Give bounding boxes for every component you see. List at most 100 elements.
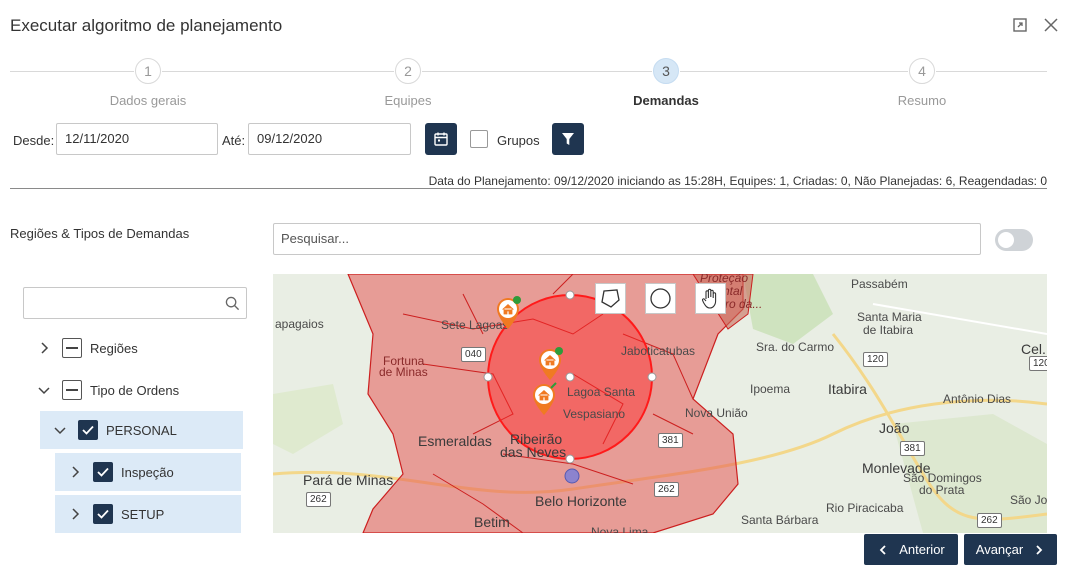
close-button[interactable] bbox=[1042, 16, 1060, 34]
map-label: Passabém bbox=[851, 277, 908, 291]
step-label: Dados gerais bbox=[109, 93, 187, 108]
step-number: 1 bbox=[135, 58, 161, 84]
tree-item-tipo-de-ordens[interactable]: Tipo de Ordens bbox=[36, 371, 243, 409]
tree-checkbox[interactable] bbox=[62, 338, 82, 358]
home-marker-icon bbox=[533, 382, 557, 415]
from-date-input[interactable]: 12/11/2020 bbox=[56, 123, 218, 155]
step-number: 3 bbox=[653, 58, 679, 84]
map-label: João bbox=[879, 420, 910, 436]
map-label: Betim bbox=[474, 514, 510, 530]
next-button-label: Avançar bbox=[975, 542, 1024, 557]
circle-icon bbox=[650, 288, 671, 309]
location-pin[interactable] bbox=[564, 468, 580, 484]
circle-handle[interactable] bbox=[483, 372, 493, 382]
demand-marker[interactable] bbox=[531, 382, 557, 416]
tree-item-label: Tipo de Ordens bbox=[90, 382, 180, 398]
back-button[interactable]: Anterior bbox=[864, 534, 958, 565]
map-label: Nova Lima bbox=[591, 525, 649, 533]
groups-label: Grupos bbox=[497, 133, 540, 148]
road-badge: 381 bbox=[900, 441, 925, 456]
tree-checkbox[interactable] bbox=[93, 462, 113, 482]
step-label: Resumo bbox=[897, 93, 947, 108]
tree-search-input[interactable] bbox=[23, 287, 247, 319]
tree-item-setup[interactable]: SETUP bbox=[55, 495, 241, 533]
chevron-left-icon bbox=[879, 544, 886, 555]
map-label: Ipoema bbox=[750, 382, 791, 396]
map-label: São Jo bbox=[1010, 493, 1047, 507]
pan-tool-button[interactable] bbox=[695, 283, 726, 314]
chevron-right-icon[interactable] bbox=[67, 464, 83, 480]
tree-checkbox[interactable] bbox=[78, 420, 98, 440]
tree-item-inspecao[interactable]: Inspeção bbox=[55, 453, 241, 491]
divider bbox=[10, 188, 1047, 189]
map-label: apagaios bbox=[275, 317, 324, 331]
polygon-icon bbox=[601, 289, 620, 308]
map-label: Belo Horizonte bbox=[535, 493, 627, 509]
from-label: Desde: bbox=[13, 133, 55, 148]
to-date-input[interactable]: 09/12/2020 bbox=[248, 123, 411, 155]
tree-item-personal[interactable]: PERSONAL bbox=[40, 411, 243, 449]
map-label: Rio Piracicaba bbox=[826, 501, 904, 515]
toggle-switch[interactable] bbox=[995, 229, 1033, 251]
maximize-button[interactable] bbox=[1011, 16, 1029, 34]
map-label: Santa Maria bbox=[857, 310, 922, 324]
next-button[interactable]: Avançar bbox=[964, 534, 1057, 565]
chevron-right-icon[interactable] bbox=[36, 340, 52, 356]
close-icon bbox=[1044, 18, 1058, 32]
tree-item-label: Regiões bbox=[90, 340, 138, 356]
tree-checkbox[interactable] bbox=[62, 380, 82, 400]
demand-marker[interactable] bbox=[537, 347, 563, 381]
planning-summary: Data do Planejamento: 09/12/2020 inician… bbox=[428, 174, 1047, 188]
map-label: Lagoa Santa bbox=[567, 385, 636, 399]
filter-icon bbox=[562, 133, 574, 145]
tree-checkbox[interactable] bbox=[93, 504, 113, 524]
calendar-icon bbox=[434, 132, 448, 146]
circle-handle[interactable] bbox=[647, 372, 657, 382]
step-demandas[interactable]: 3 Demandas bbox=[596, 58, 736, 108]
chevron-right-icon bbox=[1036, 544, 1043, 555]
filter-button[interactable] bbox=[552, 123, 584, 155]
check-icon bbox=[97, 467, 109, 477]
map-label: Pará de Minas bbox=[303, 472, 394, 488]
check-icon bbox=[82, 425, 94, 435]
groups-checkbox[interactable] bbox=[470, 130, 488, 148]
calendar-button[interactable] bbox=[425, 123, 457, 155]
map-label: Jaboticatubas bbox=[621, 344, 696, 358]
map-label: de Itabira bbox=[863, 323, 914, 337]
tree-item-label: Inspeção bbox=[121, 464, 174, 480]
search-icon bbox=[225, 296, 240, 311]
step-number: 2 bbox=[395, 58, 421, 84]
search-input[interactable]: Pesquisar... bbox=[273, 223, 981, 255]
step-resumo[interactable]: 4 Resumo bbox=[852, 58, 992, 108]
map-label: Esmeraldas bbox=[418, 433, 492, 449]
map-label: Cel. bbox=[1021, 341, 1046, 357]
maximize-icon bbox=[1013, 18, 1027, 32]
home-marker-icon bbox=[497, 296, 521, 329]
road-badge: 120 bbox=[863, 352, 888, 367]
step-equipes[interactable]: 2 Equipes bbox=[338, 58, 478, 108]
map-label: Nova União bbox=[685, 406, 748, 420]
demand-marker[interactable] bbox=[495, 296, 521, 330]
circle-handle[interactable] bbox=[565, 372, 575, 382]
step-label: Equipes bbox=[384, 93, 432, 108]
step-dados-gerais[interactable]: 1 Dados gerais bbox=[78, 58, 218, 108]
circle-handle[interactable] bbox=[565, 454, 575, 464]
circle-handle[interactable] bbox=[565, 290, 575, 300]
map-label: Santa Bárbara bbox=[741, 513, 819, 527]
tree-item-label: PERSONAL bbox=[106, 422, 177, 438]
chevron-right-icon[interactable] bbox=[67, 506, 83, 522]
tree-item-label: SETUP bbox=[121, 506, 165, 522]
check-icon bbox=[97, 509, 109, 519]
polygon-tool-button[interactable] bbox=[595, 283, 626, 314]
chevron-down-icon[interactable] bbox=[36, 382, 52, 398]
tree-item-regioes[interactable]: Regiões bbox=[36, 329, 243, 367]
toggle-knob bbox=[998, 232, 1014, 248]
map[interactable]: Passabém Santa Maria de Itabira apagaios… bbox=[273, 274, 1047, 533]
circle-tool-button[interactable] bbox=[645, 283, 676, 314]
map-park bbox=[273, 384, 343, 454]
regions-title: Regiões & Tipos de Demandas bbox=[10, 226, 190, 241]
road-badge: 262 bbox=[977, 513, 1002, 528]
road-badge: 262 bbox=[654, 482, 679, 497]
chevron-down-icon[interactable] bbox=[52, 422, 68, 438]
stepper: 1 Dados gerais 2 Equipes 3 Demandas 4 Re… bbox=[10, 58, 1047, 108]
